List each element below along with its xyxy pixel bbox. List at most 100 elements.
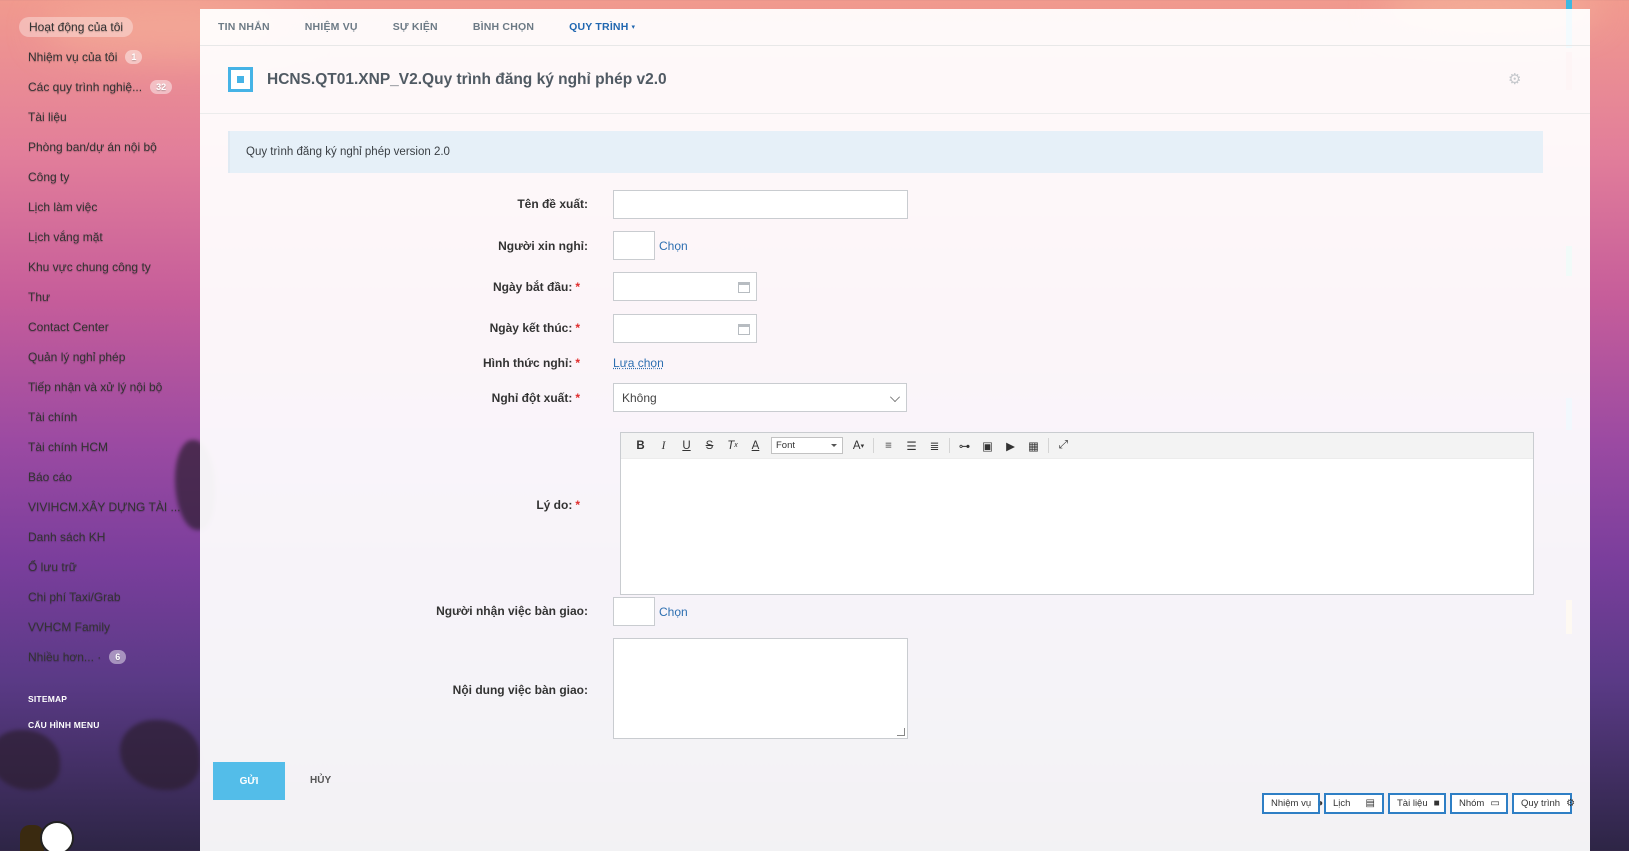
- italic-icon[interactable]: I: [652, 436, 675, 456]
- calendar-icon[interactable]: [738, 282, 750, 293]
- link-icon[interactable]: ⊶: [953, 436, 976, 456]
- taskbar-tai-lieu[interactable]: Tài liệu ■: [1388, 793, 1446, 814]
- sidebar-item-label: Báo cáo: [28, 470, 73, 484]
- taskbar-quy-trinh[interactable]: Quy trình ⚙: [1512, 793, 1575, 814]
- taskbar-nhiem-vu[interactable]: Nhiệm vụ ◑: [1262, 793, 1324, 814]
- taskbar-lich[interactable]: Lịch ▤: [1324, 793, 1384, 814]
- sidebar-item[interactable]: Lịch làm việc: [0, 192, 200, 222]
- chon-nguoi-nhan-viec-link[interactable]: Chọn: [659, 605, 688, 619]
- sidebar-item-label: Ổ lưu trữ: [28, 560, 77, 574]
- send-button[interactable]: GỬI: [213, 762, 285, 800]
- font-select[interactable]: Font: [771, 437, 843, 454]
- table-icon[interactable]: ▦: [1022, 436, 1045, 456]
- label-text: Nghỉ đột xuất:: [491, 391, 573, 405]
- sidebar-item[interactable]: Nhiều hơn... · 6: [0, 642, 200, 672]
- unordered-list-icon[interactable]: ☰: [900, 436, 923, 456]
- sidebar-item[interactable]: Tài liệu: [0, 102, 200, 132]
- gear-icon[interactable]: ⚙: [1508, 70, 1526, 88]
- label-ngay-ket-thuc: Ngày kết thúc: *: [280, 321, 580, 335]
- sidebar-item[interactable]: Lịch vắng mặt: [0, 222, 200, 252]
- resize-handle-icon[interactable]: [897, 728, 905, 736]
- taskbar-label: Nhóm: [1459, 798, 1485, 809]
- taskbar-label: Tài liệu: [1397, 798, 1428, 809]
- editor-toolbar: B I U S Tx A Font A ▾ ≡ ☰ ≣ ⊶ ▣ ▶ ▦ ⤢: [621, 433, 1533, 459]
- sitemap-link[interactable]: SITEMAP: [0, 686, 200, 712]
- image-icon[interactable]: ▣: [976, 436, 999, 456]
- chon-nguoi-xin-nghi-link[interactable]: Chọn: [659, 239, 688, 253]
- tab-binh-chon[interactable]: BÌNH CHỌN: [473, 21, 534, 33]
- nguoi-nhan-viec-avatar-box[interactable]: [613, 597, 655, 626]
- label-text: Ngày bắt đầu:: [492, 280, 573, 294]
- taskbar-nhom[interactable]: Nhóm ▭: [1450, 793, 1508, 814]
- fullscreen-icon[interactable]: ⤢: [1052, 436, 1075, 456]
- count-badge: 1: [125, 50, 143, 64]
- sidebar-item[interactable]: VIVIHCM.XÂY DỰNG TÀI ...: [0, 492, 200, 522]
- label-text: Nội dung việc bàn giao:: [452, 683, 588, 697]
- underline-icon[interactable]: U: [675, 436, 698, 456]
- sidebar-item[interactable]: Tiếp nhận và xử lý nội bộ: [0, 372, 200, 402]
- sidebar-item-label: Chi phí Taxi/Grab: [28, 590, 121, 604]
- sidebar-item[interactable]: Hoạt động của tôi: [0, 12, 200, 42]
- sidebar-item[interactable]: Nhiệm vụ của tôi 1: [0, 42, 200, 72]
- bold-icon[interactable]: B: [629, 436, 652, 456]
- nghi-dot-xuat-select[interactable]: Không: [613, 383, 907, 412]
- font-size-icon[interactable]: A ▾: [847, 436, 870, 456]
- sidebar-item[interactable]: Thư: [0, 282, 200, 312]
- taskbar-label: Quy trình: [1521, 798, 1561, 809]
- ten-de-xuat-input[interactable]: [613, 190, 908, 219]
- nguoi-xin-nghi-avatar-box[interactable]: [613, 231, 655, 260]
- required-mark: *: [575, 356, 580, 370]
- sidebar-item[interactable]: Quản lý nghỉ phép: [0, 342, 200, 372]
- video-icon[interactable]: ▶: [999, 436, 1022, 456]
- select-value: Không: [622, 391, 657, 405]
- tab-quy-trinh-label: QUY TRÌNH: [569, 21, 629, 33]
- sidebar-item-label: Thư: [28, 290, 51, 304]
- sidebar-item-label: Lịch vắng mặt: [28, 230, 103, 244]
- sidebar-item-label: VIVIHCM.XÂY DỰNG TÀI ...: [28, 500, 181, 514]
- label-text: Ngày kết thúc:: [489, 321, 573, 335]
- chevron-down-icon: [890, 392, 900, 402]
- sidebar-item-label: Tài chính: [28, 410, 78, 424]
- sidebar-item[interactable]: Chi phí Taxi/Grab: [0, 582, 200, 612]
- sidebar-item[interactable]: Báo cáo: [0, 462, 200, 492]
- count-badge: 6: [109, 650, 127, 664]
- required-mark: *: [575, 391, 580, 405]
- tab-su-kien[interactable]: SỰ KIỆN: [393, 21, 438, 33]
- ly-do-editor[interactable]: B I U S Tx A Font A ▾ ≡ ☰ ≣ ⊶ ▣ ▶ ▦ ⤢: [620, 432, 1534, 595]
- tab-quy-trinh[interactable]: QUY TRÌNH ▾: [569, 21, 635, 33]
- sidebar-item[interactable]: Phòng ban/dự án nội bộ: [0, 132, 200, 162]
- sidebar-item[interactable]: VVHCM Family: [0, 612, 200, 642]
- sidebar-item[interactable]: Các quy trình nghiệ... 32: [0, 72, 200, 102]
- ordered-list-icon[interactable]: ≡: [877, 436, 900, 456]
- calendar-icon[interactable]: [738, 324, 750, 335]
- label-ly-do: Lý do: *: [280, 498, 580, 512]
- page-header: HCNS.QT01.XNP_V2.Quy trình đăng ký nghỉ …: [200, 46, 1590, 114]
- noi-dung-viec-textarea[interactable]: [613, 638, 908, 739]
- sidebar-item[interactable]: Danh sách KH: [0, 522, 200, 552]
- font-color-icon[interactable]: A: [744, 436, 767, 456]
- sidebar-item[interactable]: Công ty: [0, 162, 200, 192]
- strikethrough-icon[interactable]: S: [698, 436, 721, 456]
- lua-chon-link[interactable]: Lựa chọn: [613, 356, 664, 370]
- sidebar-item-label: Contact Center: [28, 320, 109, 334]
- tab-tin-nhan[interactable]: TIN NHẮN: [218, 21, 270, 33]
- task-icon: ◑: [1317, 798, 1324, 809]
- ngay-bat-dau-input[interactable]: [613, 272, 757, 301]
- ngay-ket-thuc-input[interactable]: [613, 314, 757, 343]
- avatar[interactable]: [40, 821, 74, 851]
- label-text: Hình thức nghỉ:: [482, 356, 573, 370]
- label-hinh-thuc-nghi: Hình thức nghỉ: *: [280, 356, 580, 370]
- sidebar-item-label: Hoạt động của tôi: [19, 17, 134, 37]
- sidebar-item[interactable]: Contact Center: [0, 312, 200, 342]
- sidebar-item[interactable]: Ổ lưu trữ: [0, 552, 200, 582]
- clear-format-icon[interactable]: Tx: [721, 436, 744, 456]
- sidebar-item[interactable]: Tài chính: [0, 402, 200, 432]
- tab-nhiem-vu[interactable]: NHIỆM VỤ: [305, 21, 358, 33]
- sidebar-item[interactable]: Khu vực chung công ty: [0, 252, 200, 282]
- sidebar-item[interactable]: Tài chính HCM: [0, 432, 200, 462]
- cancel-button[interactable]: HỦY: [310, 775, 331, 786]
- menu-config-link[interactable]: CẤU HÌNH MENU: [0, 712, 200, 738]
- bottom-taskbar: Nhiệm vụ ◑ Lịch ▤ Tài liệu ■ Nhóm ▭ Quy trìn…: [1262, 793, 1575, 815]
- required-mark: *: [575, 498, 580, 512]
- align-icon[interactable]: ≣: [923, 436, 946, 456]
